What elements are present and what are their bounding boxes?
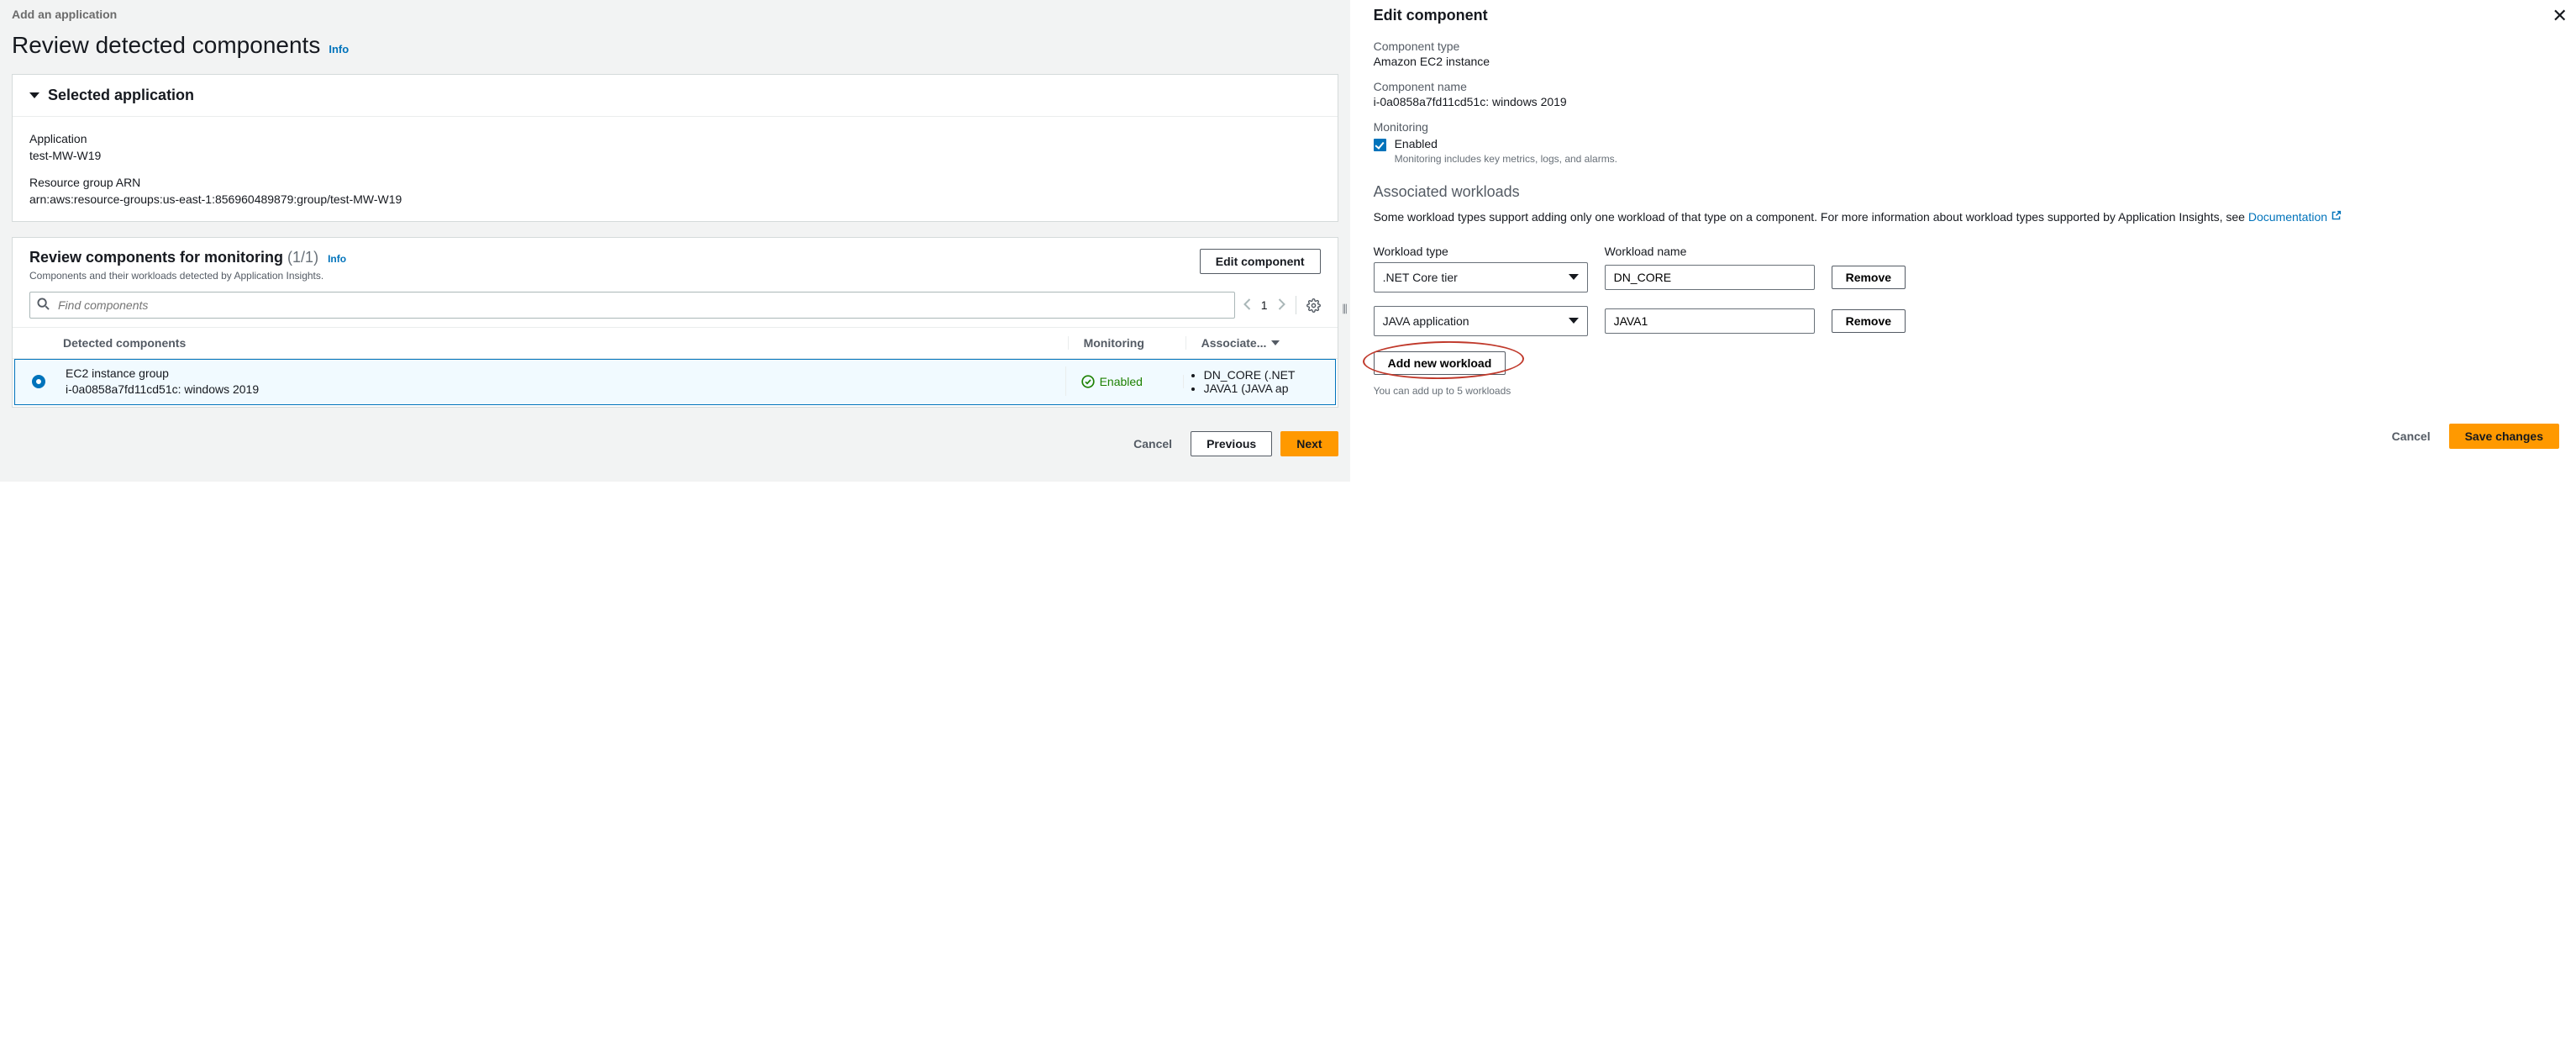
col-detected-components[interactable]: Detected components [63,336,1069,350]
table-row[interactable]: EC2 instance group i-0a0858a7fd11cd51c: … [14,359,1336,405]
associated-workloads-description: Some workload types support adding only … [1374,209,2559,226]
workload-type-select[interactable]: .NET Core tier [1374,262,1588,292]
save-changes-button[interactable]: Save changes [2449,424,2559,449]
workload-type-label: Workload type [1374,245,1588,258]
search-input[interactable] [56,298,1228,313]
list-item: DN_CORE (.NET [1204,368,1318,382]
workload-name-input[interactable] [1605,265,1815,290]
next-button[interactable]: Next [1280,431,1338,456]
page-info-link[interactable]: Info [329,43,349,55]
status-badge: Enabled [1081,375,1183,388]
table-header: Detected components Monitoring Associate… [13,327,1338,359]
edit-component-title: Edit component [1374,7,2559,24]
application-label: Application [29,132,1321,145]
associated-workloads-heading: Associated workloads [1374,183,2559,201]
monitoring-label: Monitoring [1374,120,2559,134]
component-name-value: i-0a0858a7fd11cd51c: windows 2019 [1374,95,2559,108]
chevron-down-icon [1271,340,1280,345]
panel-selected-application-header[interactable]: Selected application [13,75,1338,117]
component-type-value: Amazon EC2 instance [1374,55,2559,68]
component-name-label: Component name [1374,80,2559,93]
pager-prev-icon[interactable] [1243,298,1251,313]
review-info-link[interactable]: Info [328,253,346,265]
add-new-workload-button[interactable]: Add new workload [1374,351,1506,375]
panel-selected-application: Selected application Application test-MW… [12,74,1338,222]
resource-group-arn-value: arn:aws:resource-groups:us-east-1:856960… [29,192,1321,206]
monitoring-enabled-checkbox[interactable] [1374,139,1386,151]
monitoring-helper: Monitoring includes key metrics, logs, a… [1395,153,1617,165]
pager-next-icon[interactable] [1278,298,1285,313]
panel-review-components: Review components for monitoring (1/1) I… [12,237,1338,408]
search-input-wrapper[interactable] [29,292,1235,319]
row-radio[interactable] [32,375,45,388]
external-link-icon [2331,210,2342,224]
panel-cancel-button[interactable]: Cancel [2382,424,2441,449]
page-title: Review detected components [12,32,320,59]
chevron-down-icon [1564,312,1584,330]
gear-icon[interactable] [1306,298,1321,313]
panel-collapse-grip[interactable]: ⫼ [1343,303,1349,316]
workload-row: .NET Core tier Remove [1374,262,2559,292]
resource-group-arn-label: Resource group ARN [29,176,1321,189]
workload-type-select[interactable]: JAVA application [1374,306,1588,336]
workload-name-label: Workload name [1605,245,1815,258]
component-subtext: i-0a0858a7fd11cd51c: windows 2019 [66,382,1057,396]
check-circle-icon [1081,375,1095,388]
workload-row: JAVA application Remove [1374,306,2559,336]
col-associated[interactable]: Associate... [1186,336,1321,350]
caret-down-icon [29,92,39,98]
review-count: (1/1) [287,249,318,266]
cancel-button[interactable]: Cancel [1123,431,1182,456]
application-value: test-MW-W19 [29,149,1321,162]
review-subtitle: Components and their workloads detected … [29,270,346,282]
remove-workload-button[interactable]: Remove [1832,266,1906,289]
monitoring-enabled-text: Enabled [1395,137,1617,150]
review-title: Review components for monitoring [29,249,283,266]
documentation-link[interactable]: Documentation [2248,210,2327,224]
list-item: JAVA1 (JAVA ap [1204,382,1318,395]
page-number: 1 [1261,298,1268,312]
previous-button[interactable]: Previous [1191,431,1272,456]
search-icon [37,298,50,313]
workload-name-input[interactable] [1605,308,1815,334]
edit-component-button[interactable]: Edit component [1200,249,1321,274]
component-type-label: Component type [1374,40,2559,53]
remove-workload-button[interactable]: Remove [1832,309,1906,333]
component-title: EC2 instance group [66,366,1057,380]
close-icon[interactable]: ✕ [2552,7,2568,25]
selected-application-title: Selected application [48,87,194,104]
col-monitoring[interactable]: Monitoring [1069,336,1186,350]
chevron-down-icon [1564,268,1584,287]
breadcrumb: Add an application [0,0,1350,24]
associated-workloads-list: DN_CORE (.NET JAVA1 (JAVA ap [1189,368,1318,395]
workload-limit-note: You can add up to 5 workloads [1374,385,2559,397]
